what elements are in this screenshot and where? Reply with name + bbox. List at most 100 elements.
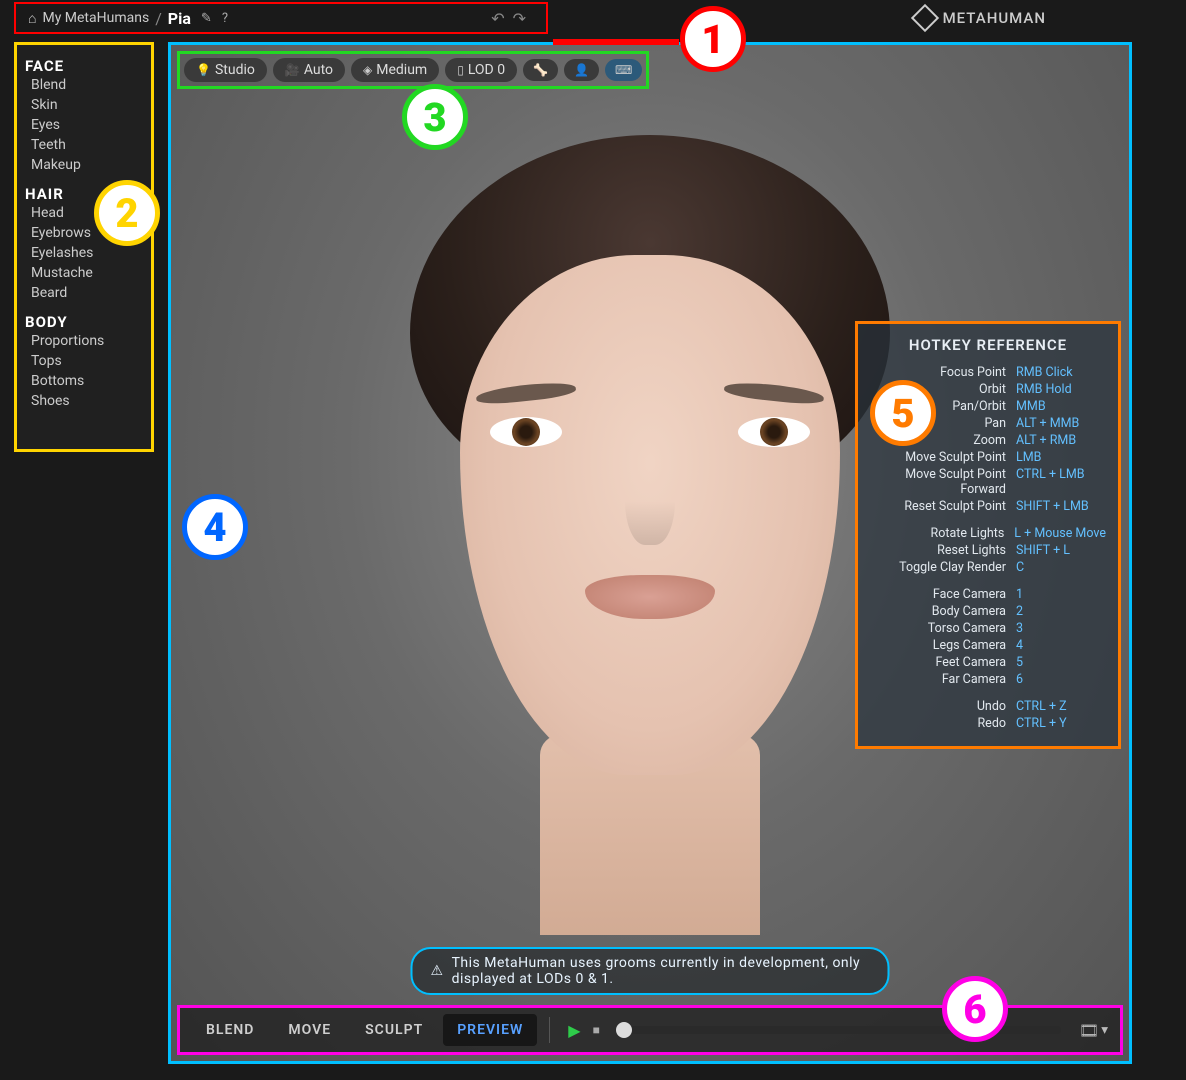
sidebar-item-skin[interactable]: Skin (25, 95, 143, 115)
hotkey-label: Toggle Clay Render (899, 560, 1006, 575)
hotkey-row: Focus PointRMB Click (870, 364, 1106, 381)
sidebar-item-eyes[interactable]: Eyes (25, 115, 143, 135)
breadcrumb-current[interactable]: Pia (168, 9, 191, 28)
hotkey-key: 6 (1016, 672, 1106, 687)
hotkey-row: Move Sculpt Point LMB (870, 449, 1106, 466)
callout-1: 1 (680, 6, 746, 72)
sidebar-item-blend[interactable]: Blend (25, 75, 143, 95)
sidebar-item-proportions[interactable]: Proportions (25, 331, 143, 351)
hotkey-label: Move Sculpt Point (905, 450, 1006, 465)
hotkey-row: Move Sculpt Point Forward CTRL + LMB (870, 466, 1106, 498)
lighting-pill[interactable]: 💡 Studio (184, 58, 267, 82)
quality-pill[interactable]: ◈ Medium (351, 58, 439, 82)
play-button[interactable]: ▶ (568, 1021, 580, 1040)
mode-blend[interactable]: BLEND (192, 1014, 268, 1046)
hotkey-key: CTRL + LMB (1016, 467, 1106, 497)
hotkey-label: Zoom (973, 433, 1006, 448)
lod-icon: ▯ (457, 63, 464, 77)
redo-icon[interactable]: ↷ (513, 9, 526, 28)
stop-button[interactable]: ■ (593, 1023, 600, 1037)
mode-sculpt[interactable]: SCULPT (351, 1014, 437, 1046)
hotkey-key: L + Mouse Move (1014, 526, 1106, 541)
lightbulb-icon: 💡 (196, 63, 211, 77)
hotkey-label: Undo (977, 699, 1006, 714)
hotkey-key: ALT + RMB (1016, 433, 1106, 448)
timeline-knob[interactable] (616, 1022, 632, 1038)
help-icon[interactable]: ? (222, 11, 228, 26)
mode-move[interactable]: MOVE (274, 1014, 345, 1046)
bone-icon: 🦴 (533, 63, 548, 77)
hotkey-row: Legs Camera4 (870, 637, 1106, 654)
character-preview (390, 135, 910, 835)
hotkey-row: Toggle Clay RenderC (870, 559, 1106, 576)
hotkey-key: SHIFT + LMB (1016, 499, 1106, 514)
sidebar-item-mustache[interactable]: Mustache (25, 263, 143, 283)
head-icon: 👤 (574, 63, 589, 77)
lod-pill[interactable]: ▯ LOD 0 (445, 58, 517, 82)
hotkey-key: 1 (1016, 587, 1106, 602)
sidebar-item-tops[interactable]: Tops (25, 351, 143, 371)
callout-5: 5 (870, 380, 936, 446)
camera-pill[interactable]: 🎥 Auto (273, 58, 345, 82)
hotkey-key: 2 (1016, 604, 1106, 619)
hotkey-label: Orbit (979, 382, 1006, 397)
hotkey-key: ALT + MMB (1016, 416, 1106, 431)
hotkey-row: Feet Camera5 (870, 654, 1106, 671)
undo-icon[interactable]: ↶ (491, 9, 504, 28)
brand-logo-icon (910, 4, 938, 32)
warning-text: This MetaHuman uses grooms currently in … (452, 955, 870, 987)
sidebar-section-face[interactable]: FACE (25, 57, 143, 75)
divider (549, 1017, 550, 1043)
sidebar-item-shoes[interactable]: Shoes (25, 391, 143, 411)
sidebar-item-beard[interactable]: Beard (25, 283, 143, 303)
callout-3: 3 (402, 84, 468, 150)
sidebar-item-teeth[interactable]: Teeth (25, 135, 143, 155)
hotkey-label: Pan (984, 416, 1006, 431)
hotkey-key: LMB (1016, 450, 1106, 465)
hotkey-label: Torso Camera (928, 621, 1006, 636)
hotkey-label: Pan/Orbit (952, 399, 1006, 414)
lod-label: LOD 0 (468, 62, 505, 78)
home-icon[interactable]: ⌂ (28, 10, 36, 27)
hotkey-key: CTRL + Z (1016, 699, 1106, 714)
viewport[interactable]: 💡 Studio 🎥 Auto ◈ Medium ▯ LOD 0 🦴 👤 (168, 42, 1132, 1064)
hotkey-label: Redo (977, 716, 1006, 731)
hotkey-key: RMB Click (1016, 365, 1106, 380)
sidebar-section-body[interactable]: BODY (25, 313, 143, 331)
hotkey-key: 4 (1016, 638, 1106, 653)
top-bar: ⌂ My MetaHumans / Pia ✎ ? ↶ ↷ METAHUMAN (0, 0, 1186, 36)
quality-icon: ◈ (363, 63, 372, 77)
hotkey-row: Face Camera 1 (870, 586, 1106, 603)
camera-icon: 🎥 (285, 63, 300, 77)
sidebar-item-makeup[interactable]: Makeup (25, 155, 143, 175)
animation-picker[interactable]: 🎞 ▾ (1079, 1021, 1108, 1040)
hotkey-row: Rotate LightsL + Mouse Move (870, 525, 1106, 542)
mode-preview[interactable]: PREVIEW (443, 1014, 537, 1046)
hotkey-key: 5 (1016, 655, 1106, 670)
hotkey-row: Reset Sculpt Point SHIFT + LMB (870, 498, 1106, 515)
bone-toggle[interactable]: 🦴 (523, 59, 558, 81)
brand: METAHUMAN (915, 0, 1186, 36)
hotkey-label: Reset Sculpt Point (904, 499, 1006, 514)
hotkey-key: SHIFT + L (1016, 543, 1106, 558)
hotkey-label: Move Sculpt Point Forward (870, 467, 1006, 497)
hotkey-key: 3 (1016, 621, 1106, 636)
breadcrumb-sep: / (155, 9, 162, 28)
hotkey-row: Undo CTRL + Z (870, 698, 1106, 715)
callout-6: 6 (942, 976, 1008, 1042)
breadcrumb: ⌂ My MetaHumans / Pia ✎ ? ↶ ↷ (14, 2, 548, 34)
sidebar: FACE Blend Skin Eyes Teeth Makeup HAIR H… (14, 42, 154, 452)
hotkey-label: Body Camera (932, 604, 1006, 619)
hotkey-label: Face Camera (933, 587, 1006, 602)
hotkey-label: Reset Lights (937, 543, 1006, 558)
breadcrumb-root[interactable]: My MetaHumans (42, 10, 149, 26)
edit-icon[interactable]: ✎ (201, 11, 212, 26)
sidebar-item-bottoms[interactable]: Bottoms (25, 371, 143, 391)
hotkey-label: Far Camera (942, 672, 1006, 687)
clay-toggle[interactable]: 👤 (564, 59, 599, 81)
viewport-toolbar: 💡 Studio 🎥 Auto ◈ Medium ▯ LOD 0 🦴 👤 (177, 51, 649, 89)
warning-icon: ⚠ (431, 963, 444, 979)
keyboard-toggle[interactable]: ⌨ (605, 59, 642, 81)
sidebar-item-eyelashes[interactable]: Eyelashes (25, 243, 143, 263)
hotkey-row: RedoCTRL + Y (870, 715, 1106, 732)
